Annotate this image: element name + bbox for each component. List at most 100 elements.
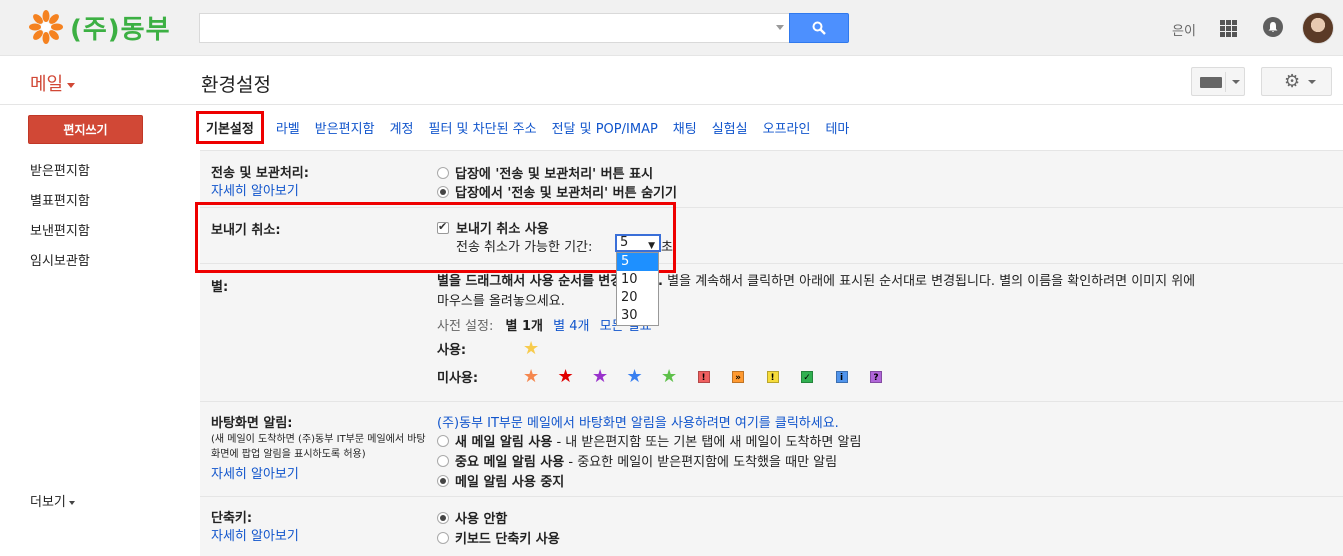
shortcuts-on-label: 키보드 단축키 사용 — [455, 532, 560, 547]
keyboard-icon — [1200, 77, 1222, 88]
tab-offline[interactable]: 오프라인 — [763, 118, 811, 137]
nav-more-link[interactable]: 더보기 — [30, 491, 75, 510]
setting-row-desktop-notifications: 바탕화면 알림: (새 메일이 도착하면 (주)동부 IT부문 메일에서 바탕화… — [200, 401, 1343, 496]
flower-logo-icon — [29, 10, 63, 44]
new-mail-notifications-desc: - 내 받은편지함 또는 기본 탭에 새 메일이 도착하면 알림 — [552, 435, 862, 450]
nav-item-inbox[interactable]: 받은편지함 — [30, 160, 90, 179]
shortcuts-off-option[interactable]: 사용 안함 — [437, 508, 507, 527]
tab-chat[interactable]: 채팅 — [673, 118, 697, 137]
logo-text: (주)동부 — [70, 14, 171, 45]
account-name-link[interactable]: 은이 — [1172, 20, 1196, 39]
blue-info-icon[interactable]: i — [835, 371, 848, 383]
setting-row-send-archive: 전송 및 보관처리: 자세히 알아보기 답장에 '전송 및 보관처리' 버튼 표… — [200, 150, 1343, 207]
tab-accounts[interactable]: 계정 — [390, 118, 414, 137]
stars-presets: 사전 설정: 별 1개 별 4개 모든 별표 — [437, 317, 1327, 337]
important-mail-notifications-option[interactable]: 중요 메일 알림 사용 - 중요한 메일이 받은편지함에 도착했을 때만 알림 — [437, 451, 837, 470]
orange-guillemet-icon[interactable]: » — [732, 371, 744, 383]
input-tools-button[interactable] — [1191, 67, 1245, 96]
red-star-icon[interactable]: ★ — [558, 368, 574, 386]
undo-send-highlight-box — [195, 202, 676, 273]
tab-forwarding[interactable]: 전달 및 POP/IMAP — [552, 118, 658, 137]
undo-period-option[interactable]: 5 — [617, 253, 658, 271]
send-archive-learn-more-link[interactable]: 자세히 알아보기 — [211, 180, 299, 199]
green-check-icon[interactable]: ✓ — [801, 371, 813, 383]
undo-period-option[interactable]: 20 — [617, 289, 658, 307]
purple-question-icon[interactable]: ? — [870, 371, 882, 383]
mail-notifications-off-radio[interactable] — [437, 474, 449, 487]
keyboard-shortcuts-label: 단축키: — [211, 511, 253, 526]
avatar[interactable] — [1302, 12, 1334, 44]
stars-label: 별: — [211, 280, 229, 295]
tab-themes[interactable]: 테마 — [825, 118, 849, 137]
undo-period-option[interactable]: 30 — [617, 307, 658, 325]
send-archive-label: 전송 및 보관처리: — [211, 166, 309, 181]
tab-labs[interactable]: 실험실 — [712, 118, 748, 137]
shortcuts-off-radio[interactable] — [437, 511, 449, 524]
settings-gear-button[interactable]: ⚙ — [1261, 67, 1332, 96]
not-in-use-text: 미사용: — [437, 371, 479, 386]
settings-tabs: 기본설정 라벨 받은편지함 계정 필터 및 차단된 주소 전달 및 POP/IM… — [196, 111, 864, 144]
stars-preset-4-link[interactable]: 별 4개 — [553, 319, 589, 334]
shortcuts-on-radio[interactable] — [437, 531, 449, 544]
more-label: 더보기 — [30, 495, 66, 510]
yellow-bang-icon[interactable]: ! — [766, 371, 779, 383]
purple-star-icon[interactable]: ★ — [592, 368, 608, 386]
new-mail-notifications-radio[interactable] — [437, 434, 449, 447]
search-options-chevron-icon[interactable] — [776, 25, 784, 30]
gear-icon: ⚙ — [1284, 71, 1301, 92]
green-star-icon[interactable]: ★ — [661, 368, 677, 386]
button-divider — [1225, 72, 1226, 92]
yellow-star-icon[interactable]: ★ — [523, 340, 539, 358]
mail-app-switcher[interactable]: 메일 — [30, 70, 76, 96]
chevron-down-icon — [68, 500, 75, 505]
desktop-notifications-label: 바탕화면 알림: — [211, 416, 293, 431]
stars-desc-prefix: 별을 드래그해서 사용 순서를 — [437, 274, 595, 289]
nav-item-sent[interactable]: 보낸편지함 — [30, 220, 90, 239]
tab-filters[interactable]: 필터 및 차단된 주소 — [429, 118, 537, 137]
blue-star-icon[interactable]: ★ — [627, 368, 643, 386]
stars-in-use-label: 사용: — [437, 341, 1327, 361]
search-button[interactable] — [789, 13, 849, 43]
desktop-notifications-note: (새 메일이 도착하면 (주)동부 IT부문 메일에서 바탕화면에 팝업 알림을… — [211, 434, 426, 460]
tab-labels[interactable]: 라벨 — [276, 118, 300, 137]
stars-desc-line2: 마우스를 올려놓으세요. — [437, 294, 565, 309]
new-mail-notifications-label: 새 메일 알림 사용 — [455, 435, 553, 450]
chevron-down-icon — [67, 82, 76, 88]
company-logo[interactable]: (주)동부 — [28, 9, 171, 45]
chevron-down-icon — [1308, 80, 1316, 84]
mail-notifications-off-label: 메일 알림 사용 중지 — [455, 475, 565, 490]
send-archive-show-option[interactable]: 답장에 '전송 및 보관처리' 버튼 표시 — [437, 163, 653, 182]
shortcuts-on-option[interactable]: 키보드 단축키 사용 — [437, 528, 560, 547]
keyboard-shortcuts-learn-more-link[interactable]: 자세히 알아보기 — [211, 525, 299, 544]
important-mail-notifications-radio[interactable] — [437, 454, 449, 467]
tab-general[interactable]: 기본설정 — [196, 111, 264, 144]
send-archive-hide-radio[interactable] — [437, 185, 449, 198]
compose-button[interactable]: 편지쓰기 — [28, 115, 143, 144]
desktop-notifications-enable-link[interactable]: (주)동부 IT부문 메일에서 바탕화면 알림을 사용하려면 여기를 클릭하세요… — [437, 412, 839, 431]
desktop-notifications-learn-more-link[interactable]: 자세히 알아보기 — [211, 463, 299, 482]
stars-presets-label: 사전 설정: — [437, 319, 494, 334]
notification-bell-icon[interactable] — [1263, 17, 1283, 37]
new-mail-notifications-option[interactable]: 새 메일 알림 사용 - 내 받은편지함 또는 기본 탭에 새 메일이 도착하면… — [437, 431, 861, 450]
send-archive-hide-option[interactable]: 답장에서 '전송 및 보관처리' 버튼 숨기기 — [437, 182, 677, 201]
stars-desc-rest: 별을 계속해서 클릭하면 아래에 표시된 순서대로 변경됩니다. 별의 이름을 … — [667, 274, 1196, 289]
top-header: (주)동부 은이 — [0, 0, 1343, 56]
page-title: 환경설정 — [201, 74, 271, 96]
chevron-down-icon[interactable] — [1232, 80, 1240, 84]
tab-inbox[interactable]: 받은편지함 — [315, 118, 375, 137]
search-input[interactable] — [199, 13, 790, 43]
in-use-text: 사용: — [437, 343, 467, 358]
red-bang-icon[interactable]: ! — [697, 371, 710, 383]
undo-period-option[interactable]: 10 — [617, 271, 658, 289]
stars-preset-1[interactable]: 별 1개 — [506, 319, 544, 334]
mail-notifications-off-option[interactable]: 메일 알림 사용 중지 — [437, 471, 564, 490]
send-archive-show-label: 답장에 '전송 및 보관처리' 버튼 표시 — [455, 167, 654, 182]
apps-grid-icon[interactable] — [1220, 20, 1237, 37]
send-archive-show-radio[interactable] — [437, 166, 449, 179]
search-icon — [812, 21, 826, 35]
setting-row-keyboard-shortcuts: 단축키: 자세히 알아보기 사용 안함 키보드 단축키 사용 — [200, 496, 1343, 556]
nav-item-starred[interactable]: 별표편지함 — [30, 190, 90, 209]
orange-star-icon[interactable]: ★ — [523, 368, 539, 386]
send-archive-hide-label: 답장에서 '전송 및 보관처리' 버튼 숨기기 — [455, 186, 677, 201]
nav-item-drafts[interactable]: 임시보관함 — [30, 250, 90, 269]
